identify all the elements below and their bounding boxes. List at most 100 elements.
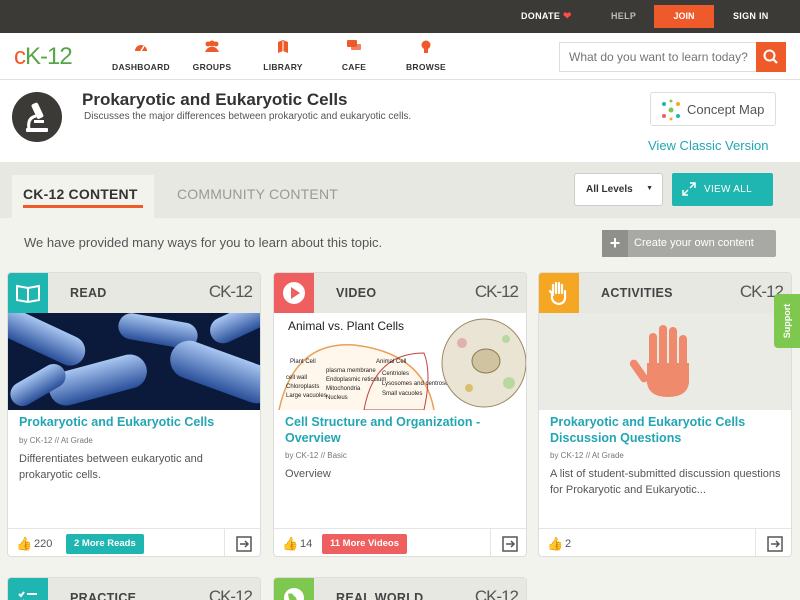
card-header: ACTIVITIES CK-12 xyxy=(539,273,791,313)
card-description: Differentiates between eukaryotic and pr… xyxy=(19,453,203,481)
content-tabs: CK-12 CONTENT COMMUNITY CONTENT All Leve… xyxy=(0,162,800,218)
top-bar: DONATE ❤ HELP JOIN SIGN IN xyxy=(0,0,800,33)
card-description: A list of student-submitted discussion q… xyxy=(550,468,781,496)
more-reads-button[interactable]: 2 More Reads xyxy=(66,534,144,554)
like-count: 220 xyxy=(34,538,53,550)
tab-community-content[interactable]: COMMUNITY CONTENT xyxy=(177,186,338,202)
card-meta: by CK-12 // At Grade xyxy=(19,436,93,445)
svg-text:cell wall: cell wall xyxy=(286,375,307,381)
card-practice[interactable]: PRACTICE CK-12 xyxy=(7,577,261,600)
globe-icon xyxy=(284,588,304,600)
card-meta: by CK-12 // At Grade xyxy=(550,451,624,460)
support-tab[interactable]: Support xyxy=(774,294,800,348)
sign-in-link[interactable]: SIGN IN xyxy=(733,11,769,21)
card-type-label: PRACTICE xyxy=(70,591,137,600)
raised-hand-icon xyxy=(629,325,689,397)
nav-groups[interactable]: GROUPS xyxy=(172,40,252,72)
like-count: 14 xyxy=(300,538,313,550)
concept-map-icon xyxy=(662,99,680,121)
raised-hand-image xyxy=(539,313,791,410)
view-all-button[interactable]: VIEW ALL xyxy=(672,173,773,206)
search-input[interactable] xyxy=(560,43,757,71)
lightbulb-icon xyxy=(386,40,466,56)
card-type-label: REAL WORLD xyxy=(336,591,424,600)
open-arrow-icon xyxy=(502,536,518,552)
svg-text:plasma membrane: plasma membrane xyxy=(326,368,376,374)
ck12-brand: CK-12 xyxy=(208,282,253,301)
thumbs-up-icon[interactable]: 👍 xyxy=(547,536,563,552)
card-header: VIDEO CK-12 xyxy=(274,273,526,313)
card-type-label: READ xyxy=(70,286,107,300)
open-button[interactable] xyxy=(755,529,791,556)
nav-browse[interactable]: BROWSE xyxy=(386,40,466,72)
card-meta: by CK-12 // Basic xyxy=(285,451,347,460)
checklist-icon xyxy=(18,591,37,600)
card-type-label: VIDEO xyxy=(336,286,377,300)
concept-map-button[interactable]: Concept Map xyxy=(650,92,776,126)
main-nav: cK-12 DASHBOARD GROUPS LIBRARY CAFE BROW… xyxy=(0,33,800,80)
heart-icon: ❤ xyxy=(562,11,572,22)
nav-dashboard[interactable]: DASHBOARD xyxy=(101,40,181,72)
search-button[interactable] xyxy=(756,42,786,72)
chat-icon xyxy=(314,40,394,56)
svg-text:Animal Cell: Animal Cell xyxy=(376,359,406,365)
card-content-title[interactable]: Prokaryotic and Eukaryotic Cells xyxy=(19,414,254,430)
expand-icon xyxy=(682,182,696,196)
view-classic-link[interactable]: View Classic Version xyxy=(648,138,768,153)
card-type-icon-box xyxy=(274,273,314,313)
card-activities[interactable]: ACTIVITIES CK-12 Prokaryotic and Eukaryo… xyxy=(538,272,792,557)
thumbs-up-icon[interactable]: 👍 xyxy=(282,536,298,552)
svg-text:Mitochondria: Mitochondria xyxy=(326,386,361,392)
intro-text: We have provided many ways for you to le… xyxy=(24,235,383,250)
donate-link[interactable]: DONATE ❤ xyxy=(521,11,572,22)
card-type-icon-box xyxy=(274,578,314,600)
open-button[interactable] xyxy=(224,529,260,556)
page-subtitle: Discusses the major differences between … xyxy=(84,111,412,122)
card-real-world[interactable]: REAL WORLD CK-12 xyxy=(273,577,527,600)
more-videos-button[interactable]: 11 More Videos xyxy=(322,534,407,554)
card-type-icon-box xyxy=(8,578,48,600)
svg-text:Nucleus: Nucleus xyxy=(326,395,348,401)
caret-down-icon: ▼ xyxy=(646,185,653,192)
card-type-icon-box xyxy=(539,273,579,313)
card-header: REAL WORLD CK-12 xyxy=(274,578,526,600)
active-tab-underline xyxy=(23,205,143,208)
play-icon xyxy=(283,282,305,304)
book-icon xyxy=(16,284,40,304)
thumbs-up-icon[interactable]: 👍 xyxy=(16,536,32,552)
card-footer: 👍 2 xyxy=(539,528,791,556)
card-footer: 👍 14 11 More Videos xyxy=(274,528,526,556)
page-title: Prokaryotic and Eukaryotic Cells xyxy=(82,90,348,109)
plus-icon: + xyxy=(602,230,628,257)
hand-icon xyxy=(548,281,567,306)
library-icon xyxy=(243,40,323,56)
bacteria-image xyxy=(8,313,260,410)
card-video[interactable]: VIDEO CK-12 Animal vs. Plant Cells Plant… xyxy=(273,272,527,557)
card-type-label: ACTIVITIES xyxy=(601,286,673,300)
join-button[interactable]: JOIN xyxy=(654,5,714,28)
card-footer: 👍 220 2 More Reads xyxy=(8,528,260,556)
card-header: READ CK-12 xyxy=(8,273,260,313)
concept-header: Prokaryotic and Eukaryotic Cells Discuss… xyxy=(0,80,800,162)
svg-text:Small vacuoles: Small vacuoles xyxy=(382,391,422,397)
nav-library[interactable]: LIBRARY xyxy=(243,40,323,72)
ck12-logo[interactable]: cK-12 xyxy=(14,43,73,71)
open-button[interactable] xyxy=(490,529,526,556)
card-content-title[interactable]: Prokaryotic and Eukaryotic Cells Discuss… xyxy=(550,414,785,446)
like-count: 2 xyxy=(565,538,572,550)
ck12-brand: CK-12 xyxy=(474,282,519,301)
svg-text:Plant Cell: Plant Cell xyxy=(290,359,316,365)
cells-diagram-image: Animal vs. Plant Cells Plant Cell Animal… xyxy=(274,313,526,410)
card-type-icon-box xyxy=(8,273,48,313)
card-content-title[interactable]: Cell Structure and Organization - Overvi… xyxy=(285,414,520,446)
svg-text:Animal vs. Plant Cells: Animal vs. Plant Cells xyxy=(288,319,404,333)
levels-dropdown[interactable]: All Levels ▼ xyxy=(574,173,663,206)
card-read[interactable]: READ CK-12 Prokaryotic and Eukaryotic Ce… xyxy=(7,272,261,557)
create-content-button[interactable]: + Create your own content xyxy=(602,230,776,257)
speedometer-icon xyxy=(101,40,181,56)
svg-text:Chloroplasts: Chloroplasts xyxy=(286,384,319,390)
open-arrow-icon xyxy=(236,536,252,552)
nav-cafe[interactable]: CAFE xyxy=(314,40,394,72)
help-link[interactable]: HELP xyxy=(611,11,636,21)
tab-ck12-content[interactable]: CK-12 CONTENT xyxy=(12,175,154,218)
